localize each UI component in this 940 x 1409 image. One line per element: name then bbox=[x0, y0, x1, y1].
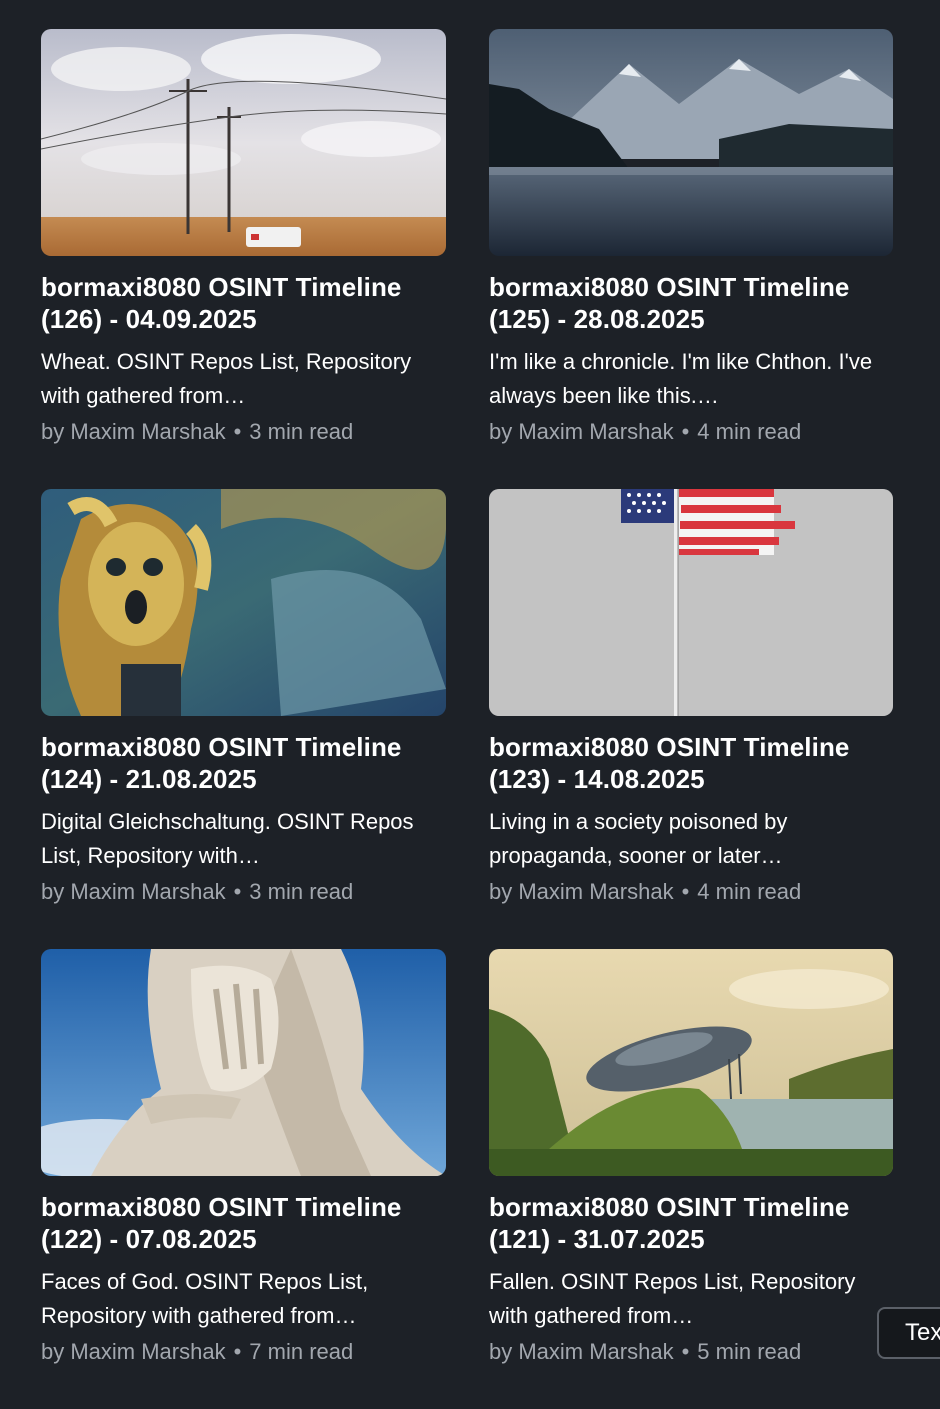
post-description: Fallen. OSINT Repos List, Repository wit… bbox=[489, 1269, 856, 1328]
floating-text-button[interactable]: Tex bbox=[877, 1307, 940, 1359]
post-read-time: 3 min read bbox=[249, 879, 354, 904]
meta-separator: • bbox=[681, 419, 690, 444]
post-title[interactable]: bormaxi8080 OSINT Timeline (123) - 14.08… bbox=[489, 731, 893, 795]
post-read-time: 7 min read bbox=[249, 1339, 354, 1364]
post-author[interactable]: by Maxim Marshak bbox=[489, 1339, 674, 1364]
post-read-time: 4 min read bbox=[697, 879, 802, 904]
post-description: Faces of God. OSINT Repos List, Reposito… bbox=[41, 1269, 369, 1328]
meta-separator: • bbox=[681, 1339, 690, 1364]
post-read-time: 5 min read bbox=[697, 1339, 802, 1364]
post-card[interactable]: bormaxi8080 OSINT Timeline (125) - 28.08… bbox=[489, 29, 893, 489]
post-description: Wheat. OSINT Repos List, Repository with… bbox=[41, 349, 412, 408]
post-meta: by Maxim Marshak • 3 min read bbox=[41, 415, 446, 449]
post-title[interactable]: bormaxi8080 OSINT Timeline (124) - 21.08… bbox=[41, 731, 446, 795]
post-read-time: 4 min read bbox=[697, 419, 802, 444]
post-thumbnail[interactable] bbox=[41, 29, 446, 256]
post-thumbnail[interactable] bbox=[489, 949, 893, 1176]
post-author[interactable]: by Maxim Marshak bbox=[41, 419, 226, 444]
post-description: Digital Gleichschaltung. OSINT Repos Lis… bbox=[41, 809, 414, 868]
post-card[interactable]: bormaxi8080 OSINT Timeline (123) - 14.08… bbox=[489, 489, 893, 949]
meta-separator: • bbox=[233, 419, 242, 444]
post-description: Living in a society poisoned by propagan… bbox=[489, 809, 788, 868]
post-title[interactable]: bormaxi8080 OSINT Timeline (121) - 31.07… bbox=[489, 1191, 893, 1255]
post-grid: bormaxi8080 OSINT Timeline (126) - 04.09… bbox=[41, 29, 893, 1409]
post-read-time: 3 min read bbox=[249, 419, 354, 444]
post-author[interactable]: by Maxim Marshak bbox=[489, 419, 674, 444]
post-thumbnail[interactable] bbox=[41, 489, 446, 716]
meta-separator: • bbox=[681, 879, 690, 904]
post-thumbnail[interactable] bbox=[41, 949, 446, 1176]
post-author[interactable]: by Maxim Marshak bbox=[41, 879, 226, 904]
post-title[interactable]: bormaxi8080 OSINT Timeline (122) - 07.08… bbox=[41, 1191, 446, 1255]
post-description: I'm like a chronicle. I'm like Chthon. I… bbox=[489, 349, 873, 408]
post-meta: by Maxim Marshak • 4 min read bbox=[489, 415, 893, 449]
post-title[interactable]: bormaxi8080 OSINT Timeline (125) - 28.08… bbox=[489, 271, 893, 335]
post-meta: by Maxim Marshak • 4 min read bbox=[489, 875, 893, 909]
post-card[interactable]: bormaxi8080 OSINT Timeline (126) - 04.09… bbox=[41, 29, 446, 489]
post-title[interactable]: bormaxi8080 OSINT Timeline (126) - 04.09… bbox=[41, 271, 446, 335]
meta-separator: • bbox=[233, 879, 242, 904]
meta-separator: • bbox=[233, 1339, 242, 1364]
post-card[interactable]: bormaxi8080 OSINT Timeline (122) - 07.08… bbox=[41, 949, 446, 1409]
post-author[interactable]: by Maxim Marshak bbox=[489, 879, 674, 904]
post-meta: by Maxim Marshak • 5 min read bbox=[489, 1335, 893, 1369]
post-thumbnail[interactable] bbox=[489, 29, 893, 256]
post-card[interactable]: bormaxi8080 OSINT Timeline (124) - 21.08… bbox=[41, 489, 446, 949]
post-card[interactable]: bormaxi8080 OSINT Timeline (121) - 31.07… bbox=[489, 949, 893, 1409]
post-author[interactable]: by Maxim Marshak bbox=[41, 1339, 226, 1364]
post-thumbnail[interactable] bbox=[489, 489, 893, 716]
post-meta: by Maxim Marshak • 7 min read bbox=[41, 1335, 446, 1369]
post-meta: by Maxim Marshak • 3 min read bbox=[41, 875, 446, 909]
